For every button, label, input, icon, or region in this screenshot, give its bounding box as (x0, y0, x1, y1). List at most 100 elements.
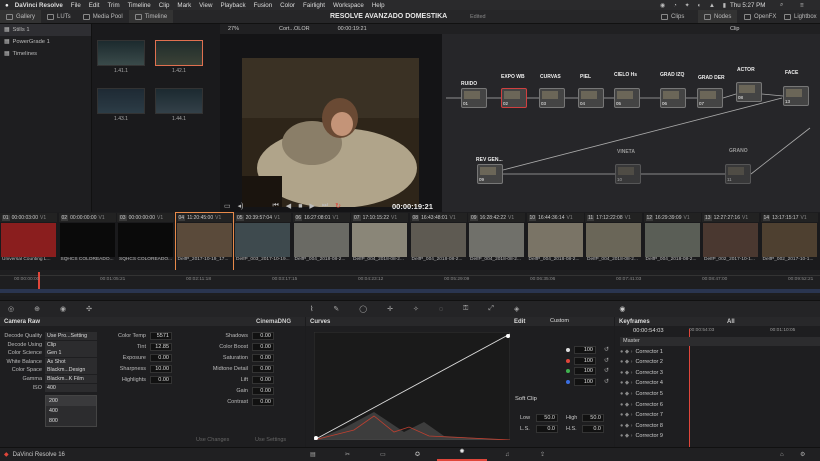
iso-option[interactable]: 800 (46, 416, 96, 426)
menu-fairlight[interactable]: Fairlight (303, 2, 325, 9)
camera-raw-icon[interactable]: ◎ (8, 305, 14, 313)
menu-file[interactable]: File (71, 2, 81, 9)
raw-field-dropdown[interactable]: Clip (45, 340, 97, 349)
color-match-icon[interactable]: ⊕ (34, 305, 40, 313)
node-07[interactable]: 07 (697, 88, 723, 108)
stop-icon[interactable]: ■ (298, 203, 302, 210)
node-04[interactable]: 04 (578, 88, 604, 108)
menu-fusion[interactable]: Fusion (254, 2, 273, 9)
still-thumbnail[interactable] (97, 88, 145, 114)
keyframe-row[interactable]: ● ◆ › Corrector 3 (620, 369, 820, 378)
3d-icon[interactable]: ◈ (514, 305, 519, 313)
curve-mode-dropdown[interactable]: Custom (550, 318, 569, 324)
hs-field[interactable]: 0.0 (582, 425, 604, 433)
raw-param-field[interactable]: 0.00 (252, 365, 274, 373)
zoom-level[interactable]: 27% (228, 26, 239, 32)
loop-icon[interactable]: ↻ (335, 202, 341, 210)
raw-field-dropdown[interactable]: Use Pro...Setting (45, 332, 97, 340)
home-icon[interactable]: ⌂ (780, 452, 784, 458)
timeline-clip[interactable]: 11 17:12:22:08 V1 DelfP_004_2018-08-2... (585, 213, 642, 270)
node-08[interactable]: 08 (736, 82, 762, 102)
raw-param-field[interactable]: 0.00 (252, 354, 274, 362)
search-icon[interactable]: ⌕ (780, 1, 783, 9)
album-stills-1[interactable]: ▦ Stills 1 (0, 24, 91, 36)
menu-workspace[interactable]: Workspace (333, 2, 364, 9)
keyframe-row[interactable]: ● ◆ › Corrector 8 (620, 422, 820, 431)
node-05[interactable]: 05 (614, 88, 640, 108)
deliver-page-icon[interactable]: ⇪ (540, 451, 545, 458)
keyframe-row[interactable]: ● ◆ › Corrector 9 (620, 432, 820, 441)
menu-clip[interactable]: Clip (159, 2, 170, 9)
raw-param-field[interactable]: 0.00 (150, 376, 172, 384)
keyframe-row[interactable]: ● ◆ › Corrector 6 (620, 401, 820, 410)
nodes-button[interactable]: Nodes (698, 10, 738, 23)
timeline-clip[interactable]: 06 16:27:08:01 V1 DelfP_004_2018-08-2... (292, 213, 350, 270)
reset-icon[interactable]: ↺ (604, 346, 609, 353)
raw-param-field[interactable]: 0.00 (150, 354, 172, 362)
album-powergrade-1[interactable]: ▦ PowerGrade 1 (0, 36, 91, 48)
sizing-icon[interactable]: ⤢ (488, 305, 494, 313)
keyframes-filter[interactable]: All (727, 319, 735, 325)
raw-param-field[interactable]: 5571 (150, 332, 172, 340)
raw-param-field[interactable]: 0.00 (252, 376, 274, 384)
timeline-clip[interactable]: 12 16:29:39:09 V1 DelfP_004_2018-08-2... (643, 213, 701, 270)
still-thumbnail[interactable] (155, 88, 203, 114)
reset-icon[interactable]: ↺ (604, 378, 609, 385)
iso-option[interactable]: 200 (46, 396, 96, 406)
edit-page-icon[interactable]: ▭ (380, 451, 386, 458)
settings-gear-icon[interactable]: ⚙ (800, 451, 805, 458)
node-11[interactable]: 11 (725, 164, 751, 184)
timeline-clip[interactable]: 02 00:00:00:00 V1 SQHCS COLOREADO... (58, 213, 116, 270)
media-pool-button[interactable]: Media Pool (77, 10, 129, 23)
cut-page-icon[interactable]: ✂ (345, 451, 350, 458)
channel-value-field[interactable]: 100 (574, 346, 596, 354)
timeline-button[interactable]: Timeline (128, 10, 174, 23)
menu-view[interactable]: View (199, 2, 212, 9)
timeline-clip[interactable]: 10 16:44:36:14 V1 DelfP_004_2018-08-2... (526, 213, 584, 270)
use-changes-button[interactable]: Use Changes (196, 437, 229, 443)
raw-field-dropdown[interactable]: As Shot (45, 357, 97, 366)
node-13[interactable]: 13 (783, 86, 809, 106)
node-03[interactable]: 03 (539, 88, 565, 108)
channel-value-field[interactable]: 100 (574, 377, 596, 386)
channel-value-field[interactable]: 100 (574, 367, 596, 375)
iso-options-menu[interactable]: 200 400 800 (45, 395, 97, 427)
node-06[interactable]: 06 (660, 88, 686, 108)
raw-param-field[interactable]: 10.00 (150, 365, 172, 373)
keyframe-row[interactable]: ● ◆ › Corrector 1 (620, 348, 820, 357)
audio-icon[interactable]: ◂) (238, 202, 244, 210)
menu-timeline[interactable]: Timeline (128, 2, 151, 9)
low-field[interactable]: 50.0 (536, 414, 558, 422)
use-settings-button[interactable]: Use Settings (255, 437, 286, 443)
reset-icon[interactable]: ↺ (604, 357, 609, 364)
raw-param-field[interactable]: 0.00 (252, 398, 274, 406)
node-10[interactable]: 10 (615, 164, 641, 184)
raw-field-dropdown[interactable]: Gen 1 (45, 349, 97, 358)
timeline-clip[interactable]: 13 12:27:27:16 V1 DelfP_002_2017-10-1... (702, 213, 759, 270)
timeline-clip[interactable]: 09 16:28:42:22 V1 DelfP_004_2018-08-2... (468, 213, 525, 270)
raw-param-field[interactable]: 0.00 (252, 343, 274, 351)
color-page-icon[interactable]: ✺ (437, 448, 487, 461)
raw-param-field[interactable]: 12.85 (150, 343, 172, 351)
blur-icon[interactable]: ◌ (439, 306, 443, 313)
menu-help[interactable]: Help (372, 2, 385, 9)
apple-icon[interactable]: ● (5, 2, 9, 9)
skip-forward-icon[interactable]: ⏭ (322, 202, 328, 210)
timeline-clip[interactable]: 04 11:20:45:00 V1 DelfP_2017-10-19_17... (174, 212, 234, 271)
color-wheels-icon[interactable]: ◉ (60, 305, 66, 313)
fairlight-page-icon[interactable]: ♫ (505, 452, 510, 458)
window-icon[interactable]: ◯ (359, 305, 367, 313)
viewer-options-icon[interactable]: ▭ (224, 202, 231, 210)
timeline-clip[interactable]: 03 00:00:00:00 V1 SQHCS COLOREADO... (117, 213, 174, 270)
timeline-clip[interactable]: 08 16:43:48:01 V1 DelfP_004_2018-08-2... (409, 213, 467, 270)
timeline-clip[interactable]: 01 00:00:03:00 V1 Universal Counting L... (0, 213, 57, 270)
menu-color[interactable]: Color (280, 2, 295, 9)
luts-button[interactable]: LUTs (41, 10, 77, 23)
menu-playback[interactable]: Playback (220, 2, 245, 9)
menu-mark[interactable]: Mark (177, 2, 191, 9)
menu-list-icon[interactable]: ≡ (800, 2, 804, 9)
ls-field[interactable]: 0.0 (536, 425, 558, 433)
fusion-page-icon[interactable]: ✪ (415, 451, 420, 458)
node-editor[interactable]: Clip 01 RUIDO 02 EXPO WB 03 CURVAS 04 PI… (442, 24, 820, 212)
menu-trim[interactable]: Trim (107, 2, 119, 9)
